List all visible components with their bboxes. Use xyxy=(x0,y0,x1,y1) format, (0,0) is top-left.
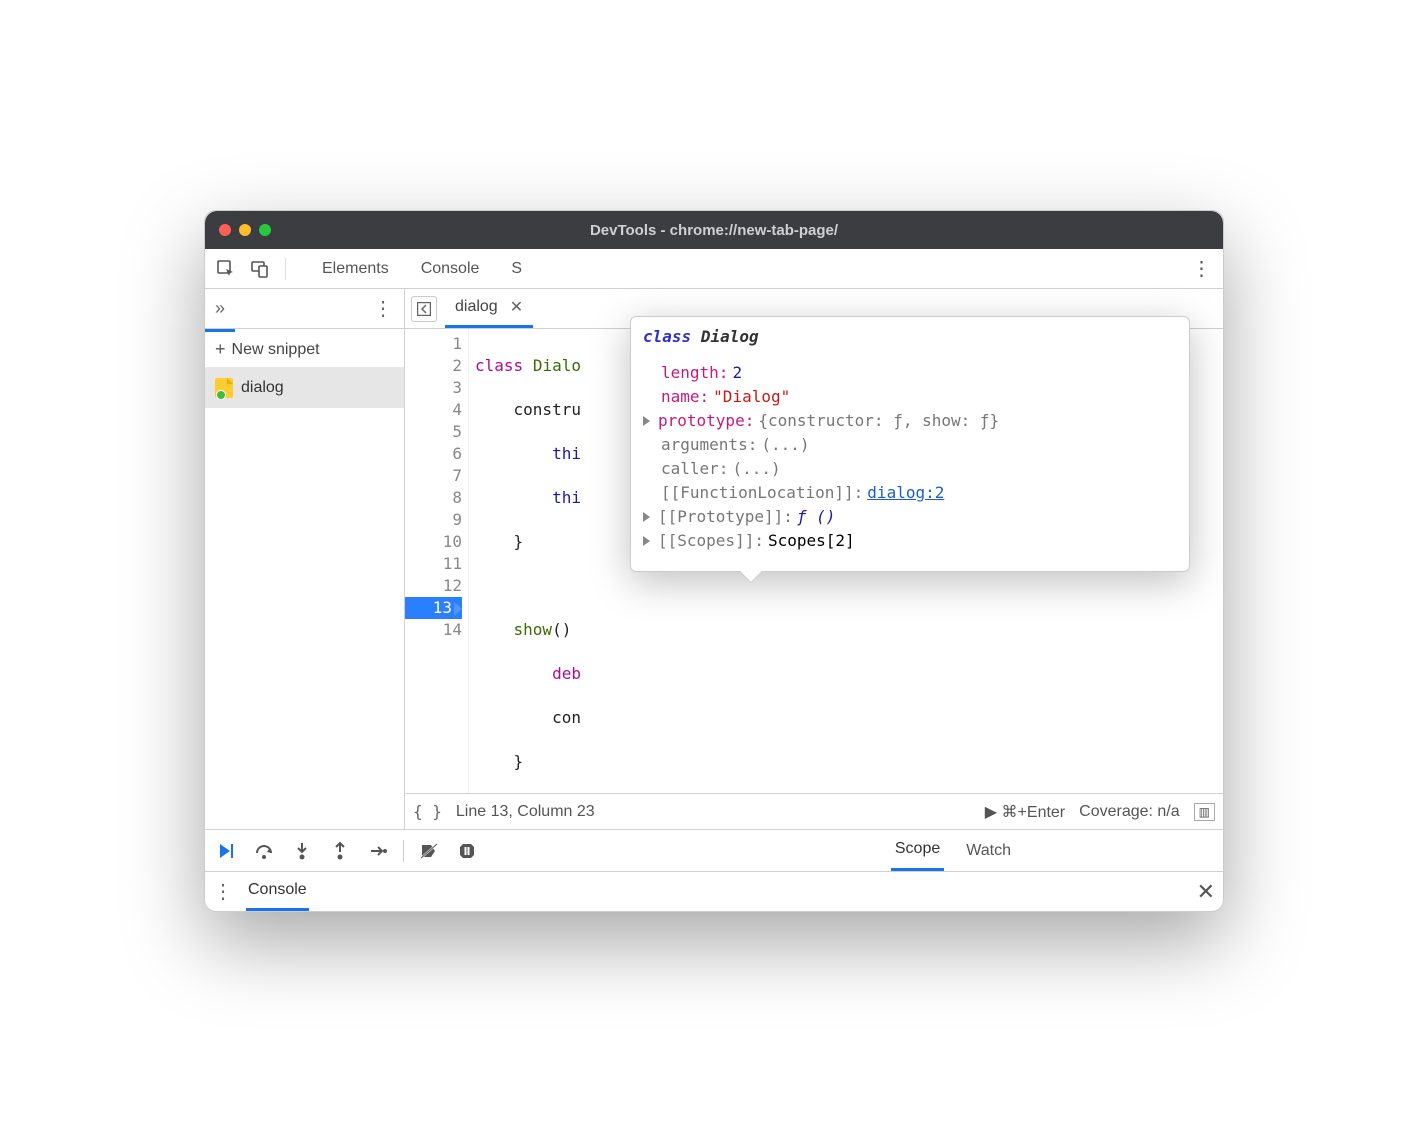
inspect-element-icon[interactable] xyxy=(211,254,241,284)
drawer-tab-console[interactable]: Console xyxy=(246,872,309,911)
resume-button[interactable] xyxy=(213,838,239,864)
tab-watch[interactable]: Watch xyxy=(962,830,1015,871)
snippet-file-icon xyxy=(215,378,233,398)
popup-row-scopes[interactable]: [[Scopes]]: Scopes[2] xyxy=(643,529,1177,553)
close-drawer-icon[interactable]: ✕ xyxy=(1197,879,1215,905)
tab-sources[interactable]: S xyxy=(495,249,538,288)
popup-row-arguments[interactable]: arguments: (...) xyxy=(643,433,1177,457)
debugger-separator xyxy=(403,840,404,862)
pause-on-exceptions-button[interactable] xyxy=(454,838,480,864)
step-out-button[interactable] xyxy=(327,838,353,864)
popup-row-prototype[interactable]: prototype: {constructor: ƒ, show: ƒ} xyxy=(643,409,1177,433)
toolbar-separator xyxy=(285,258,286,280)
toggle-navigator-icon[interactable] xyxy=(411,296,437,322)
cursor-position: Line 13, Column 23 xyxy=(456,803,595,821)
debugger-sidebar-tabs: Scope Watch xyxy=(891,830,1215,871)
maximize-window-button[interactable] xyxy=(259,224,271,236)
popup-row-proto[interactable]: [[Prototype]]: ƒ () xyxy=(643,505,1177,529)
devtools-window: DevTools - chrome://new-tab-page/ Elemen… xyxy=(204,210,1224,912)
source-tab-dialog[interactable]: dialog ✕ xyxy=(445,289,533,328)
minimize-window-button[interactable] xyxy=(239,224,251,236)
window-title: DevTools - chrome://new-tab-page/ xyxy=(205,222,1223,239)
deactivate-breakpoints-button[interactable] xyxy=(416,838,442,864)
expand-icon[interactable] xyxy=(643,536,650,546)
expand-icon[interactable] xyxy=(643,512,650,522)
tab-scope[interactable]: Scope xyxy=(891,830,944,871)
plus-icon: + xyxy=(215,339,226,360)
popup-header: class Dialog xyxy=(631,317,1189,357)
panel-tabs: Elements Console S xyxy=(306,249,538,288)
tab-elements[interactable]: Elements xyxy=(306,249,405,288)
sidebar: » ⋮ + New snippet dialog xyxy=(205,289,405,829)
run-snippet-button[interactable]: ▶ ⌘+Enter xyxy=(985,802,1065,822)
popup-body: length: 2 name: "Dialog" prototype: {con… xyxy=(631,357,1189,571)
tab-console[interactable]: Console xyxy=(405,249,496,288)
gutter: 1 2 3 4 5 6 7 8 9 10 11 12 13 14 xyxy=(405,329,469,793)
coverage-toggle-icon[interactable]: ▥ xyxy=(1194,803,1215,821)
main-toolbar: Elements Console S ⋮ xyxy=(205,249,1223,289)
execution-pointer-icon xyxy=(454,602,462,616)
popup-row-function-location[interactable]: [[FunctionLocation]]: dialog:2 xyxy=(643,481,1177,505)
sidebar-header: » ⋮ xyxy=(205,289,404,329)
traffic-lights xyxy=(219,224,271,236)
navigator-menu-icon[interactable]: ⋮ xyxy=(373,296,394,321)
pretty-print-icon[interactable]: { } xyxy=(413,802,442,821)
navigator-dropdown-icon[interactable]: » xyxy=(215,298,225,319)
popup-row-length[interactable]: length: 2 xyxy=(643,361,1177,385)
object-preview-popup: class Dialog length: 2 name: "Dialog" pr… xyxy=(630,316,1190,572)
function-location-link[interactable]: dialog:2 xyxy=(867,481,944,505)
new-snippet-label: New snippet xyxy=(232,341,320,359)
popup-row-caller[interactable]: caller: (...) xyxy=(643,457,1177,481)
expand-icon[interactable] xyxy=(643,416,650,426)
body: » ⋮ + New snippet dialog xyxy=(205,289,1223,829)
close-tab-icon[interactable]: ✕ xyxy=(510,297,523,317)
new-snippet-button[interactable]: + New snippet xyxy=(205,332,404,368)
source-tab-label: dialog xyxy=(455,298,498,316)
titlebar: DevTools - chrome://new-tab-page/ xyxy=(205,211,1223,249)
popup-row-name[interactable]: name: "Dialog" xyxy=(643,385,1177,409)
snippet-name: dialog xyxy=(241,379,284,397)
more-menu-icon[interactable]: ⋮ xyxy=(1187,254,1217,284)
drawer: ⋮ Console ✕ xyxy=(205,871,1223,911)
editor-status-bar: { } Line 13, Column 23 ▶ ⌘+Enter Coverag… xyxy=(405,793,1223,829)
step-button[interactable] xyxy=(365,838,391,864)
sidebar-item-snippet[interactable]: dialog xyxy=(205,368,404,408)
step-over-button[interactable] xyxy=(251,838,277,864)
step-into-button[interactable] xyxy=(289,838,315,864)
coverage-status: Coverage: n/a xyxy=(1079,803,1180,821)
device-toolbar-icon[interactable] xyxy=(245,254,275,284)
debugger-toolbar: Scope Watch xyxy=(205,829,1223,871)
drawer-menu-icon[interactable]: ⋮ xyxy=(213,879,234,904)
close-window-button[interactable] xyxy=(219,224,231,236)
